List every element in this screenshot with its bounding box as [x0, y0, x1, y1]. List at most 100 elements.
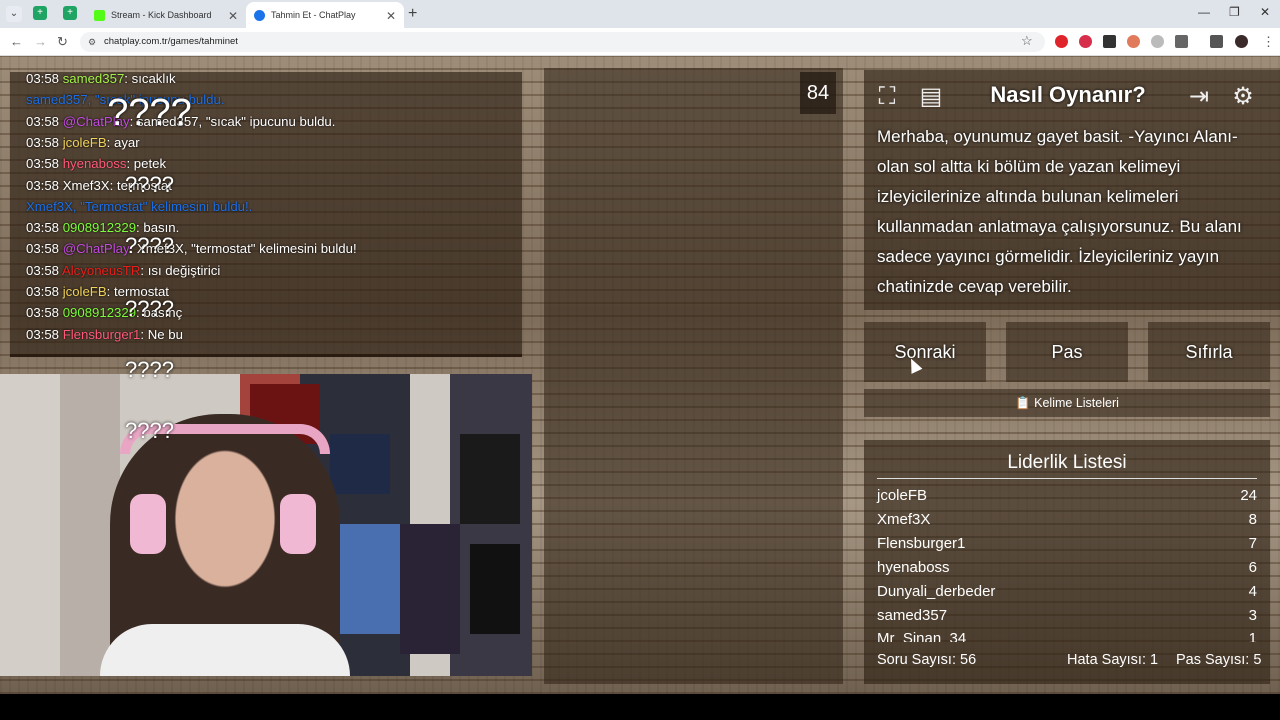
avatar[interactable]	[1235, 35, 1248, 48]
chat-username[interactable]: jcoleFB	[63, 135, 107, 150]
extension-icon[interactable]	[1103, 35, 1116, 48]
site-info-icon[interactable]: ⚙	[88, 32, 96, 52]
extension-icon[interactable]	[1127, 35, 1140, 48]
player-name: Dunyali_derbeder	[877, 582, 996, 600]
close-tab-icon[interactable]: ✕	[386, 9, 396, 23]
pinned-tab-sheets-1[interactable]: +	[33, 6, 47, 20]
reset-button[interactable]: Sıfırla	[1148, 322, 1270, 382]
leaderboard-row: samed357 3	[877, 607, 1257, 629]
chat-message: 03:58 jcoleFB: ayar	[26, 135, 140, 150]
page-title: Nasıl Oynanır?	[990, 82, 1146, 107]
player-score: 7	[1248, 534, 1257, 552]
player-score: 24	[1240, 487, 1257, 504]
player-name: Mr_Sinan_34	[877, 630, 967, 643]
player-score: 1	[1248, 630, 1257, 643]
chat-message: 03:58 AlcyoneusTR: ısı değiştirici	[26, 263, 220, 278]
url-field[interactable]: ⚙ chatplay.com.tr/games/tahminet	[80, 32, 1045, 52]
close-tab-icon[interactable]: ✕	[228, 9, 238, 23]
gear-icon[interactable]: ⚙	[1226, 80, 1260, 114]
leaderboard-row: Flensburger1 7	[877, 535, 1257, 557]
player-name: Flensburger1	[877, 534, 966, 552]
hint-word: ????	[125, 296, 174, 321]
player-name: Xmef3X	[877, 510, 931, 528]
word-lists-button[interactable]: 📋 Kelime Listeleri	[864, 389, 1270, 417]
tab-kick-dashboard[interactable]: Stream - Kick Dashboard ✕	[86, 2, 246, 28]
divider	[877, 478, 1257, 479]
chat-message: 03:58 Flensburger1: Ne bu	[26, 327, 183, 342]
tab-search-icon[interactable]: ⌄	[6, 6, 22, 22]
minimize-icon[interactable]: —	[1198, 5, 1210, 19]
chat-message: 03:58 hyenaboss: petek	[26, 156, 166, 171]
chat-time: 03:58	[26, 326, 60, 342]
tab-title: Stream - Kick Dashboard	[111, 10, 212, 20]
document-icon[interactable]: ▤	[914, 80, 948, 114]
media-icon[interactable]	[1210, 35, 1223, 48]
chatplay-favicon-icon	[254, 9, 265, 21]
clipboard-icon: 📋	[1015, 396, 1031, 410]
chat-username[interactable]: hyenaboss	[63, 156, 127, 171]
url-text: chatplay.com.tr/games/tahminet	[104, 36, 238, 47]
question-count: Soru Sayısı: 56	[877, 652, 977, 668]
shield-icon[interactable]	[1151, 35, 1164, 48]
chat-message: Xmef3X, "Termostat" kelimesini buldu!.	[26, 198, 253, 214]
chat-time: 03:58	[26, 134, 60, 150]
pass-count: Pas Sayısı: 5	[1176, 652, 1262, 668]
hint-word: ????	[125, 172, 174, 197]
player-name: samed357	[877, 606, 948, 624]
chat-text: : ayar	[106, 134, 140, 150]
leaderboard-title: Liderlik Listesi	[1007, 452, 1127, 473]
word-panel	[544, 68, 843, 684]
hint-word: ????	[125, 418, 174, 443]
pinned-tab-sheets-2[interactable]: +	[63, 6, 77, 20]
chat-text: : sıcaklık	[124, 71, 176, 86]
tab-title: Tahmin Et - ChatPlay	[271, 10, 356, 20]
player-score: 3	[1248, 606, 1257, 624]
main-word: ????	[107, 92, 192, 134]
forward-icon[interactable]: →	[34, 34, 47, 49]
expand-icon[interactable]: ⛶	[870, 80, 904, 114]
error-count: Hata Sayısı: 1	[1067, 652, 1159, 668]
reload-icon[interactable]: ↻	[57, 34, 68, 50]
instructions-text: Merhaba, oyunumuz gayet basit. -Yayıncı …	[877, 127, 1242, 296]
next-button[interactable]: Sonraki	[864, 322, 986, 382]
leaderboard-row: Mr_Sinan_34 1	[877, 630, 1257, 642]
leaderboard-row: Dunyali_derbeder 4	[877, 583, 1257, 605]
close-window-icon[interactable]: ✕	[1260, 5, 1270, 19]
hint-word: ????	[125, 233, 174, 258]
player-score: 8	[1248, 510, 1257, 528]
player-score: 4	[1248, 582, 1257, 600]
chat-text: : petek	[126, 156, 167, 172]
chat-username[interactable]: samed357	[63, 71, 125, 86]
exit-icon[interactable]: ⇥	[1182, 80, 1216, 114]
word-lists-label: Kelime Listeleri	[1034, 396, 1119, 410]
opera-extension-icon[interactable]	[1055, 35, 1068, 48]
puzzle-icon[interactable]	[1175, 35, 1188, 48]
bottom-bar	[0, 694, 1280, 720]
chat-time: 03:58	[26, 262, 60, 278]
chat-message: 03:58 samed357: sıcaklık	[26, 71, 176, 86]
hint-word: ????	[125, 357, 174, 382]
back-icon[interactable]: ←	[10, 34, 23, 49]
new-tab-icon[interactable]: +	[408, 5, 417, 23]
kebab-menu-icon[interactable]: ⋮	[1262, 34, 1275, 50]
chat-time: 03:58	[26, 71, 60, 86]
leaderboard-row: hyenaboss 6	[877, 559, 1257, 581]
leaderboard-row: jcoleFB 24	[877, 487, 1257, 509]
kick-favicon-icon	[94, 9, 105, 21]
chat-text: : ısı değiştirici	[140, 262, 221, 278]
restore-icon[interactable]: ❐	[1229, 5, 1240, 19]
player-score: 6	[1248, 558, 1257, 576]
tab-chatplay[interactable]: Tahmin Et - ChatPlay ✕	[246, 2, 404, 28]
bookmark-star-icon[interactable]: ☆	[1021, 33, 1033, 49]
chat-time: 03:58	[26, 156, 60, 172]
pass-button[interactable]: Pas	[1006, 322, 1128, 382]
chat-text: : Ne bu	[140, 326, 183, 342]
chat-username[interactable]: AlcyoneusTR	[62, 263, 140, 278]
player-name: jcoleFB	[877, 487, 928, 504]
leaderboard-row: Xmef3X 8	[877, 511, 1257, 533]
timer-counter: 84	[800, 72, 836, 114]
tab-bar: ⌄ + + Stream - Kick Dashboard ✕ Tahmin E…	[0, 0, 1280, 28]
player-name: hyenaboss	[877, 558, 950, 576]
chat-username[interactable]: Flensburger1	[63, 327, 141, 342]
extension-icon[interactable]	[1079, 35, 1092, 48]
